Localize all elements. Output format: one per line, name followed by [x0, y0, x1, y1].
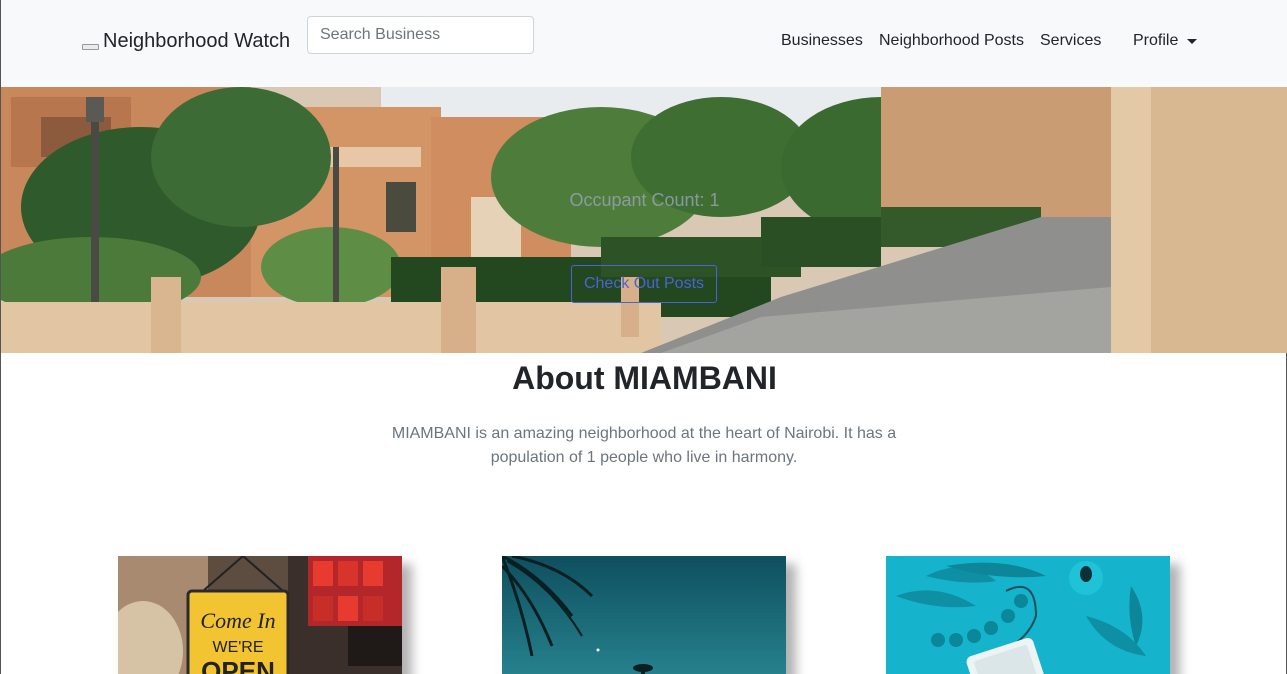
hero-banner: Occupant Count: 1 Check Out Posts: [1, 87, 1287, 353]
business-card-open-sign[interactable]: Come In WE'RE OPEN: [118, 556, 402, 674]
shop-sign-line-3: OPEN: [201, 656, 275, 674]
search-business-input[interactable]: [307, 16, 534, 54]
navbar-toggler-button[interactable]: [82, 44, 99, 50]
open-sign-image: Come In WE'RE OPEN: [118, 556, 402, 674]
occupant-count-text: Occupant Count: 1: [569, 190, 720, 210]
neighborhood-street-photo: [1, 87, 1287, 353]
brand-link[interactable]: Neighborhood Watch: [103, 30, 290, 53]
business-card-palm-trees[interactable]: [502, 556, 786, 674]
palm-tree-sky-image: [502, 556, 786, 674]
shop-sign-line-1: Come In: [200, 608, 275, 633]
shop-sign-line-2: WE'RE: [212, 639, 263, 656]
nav-link-businesses[interactable]: Businesses: [781, 32, 863, 50]
about-title: About MIAMBANI: [512, 360, 777, 396]
nav-link-services[interactable]: Services: [1040, 32, 1101, 50]
business-card-teal-flatlay[interactable]: [886, 556, 1170, 674]
nav-link-neighborhood-posts[interactable]: Neighborhood Posts: [879, 32, 1024, 50]
chevron-down-icon[interactable]: [1187, 39, 1197, 44]
teal-flatlay-image: [886, 556, 1170, 674]
check-out-posts-button[interactable]: Check Out Posts: [571, 265, 717, 303]
top-navbar: Neighborhood Watch Businesses Neighborho…: [1, 0, 1287, 87]
profile-dropdown-toggle[interactable]: Profile: [1133, 32, 1178, 50]
about-description: MIAMBANI is an amazing neighborhood at t…: [391, 425, 897, 466]
